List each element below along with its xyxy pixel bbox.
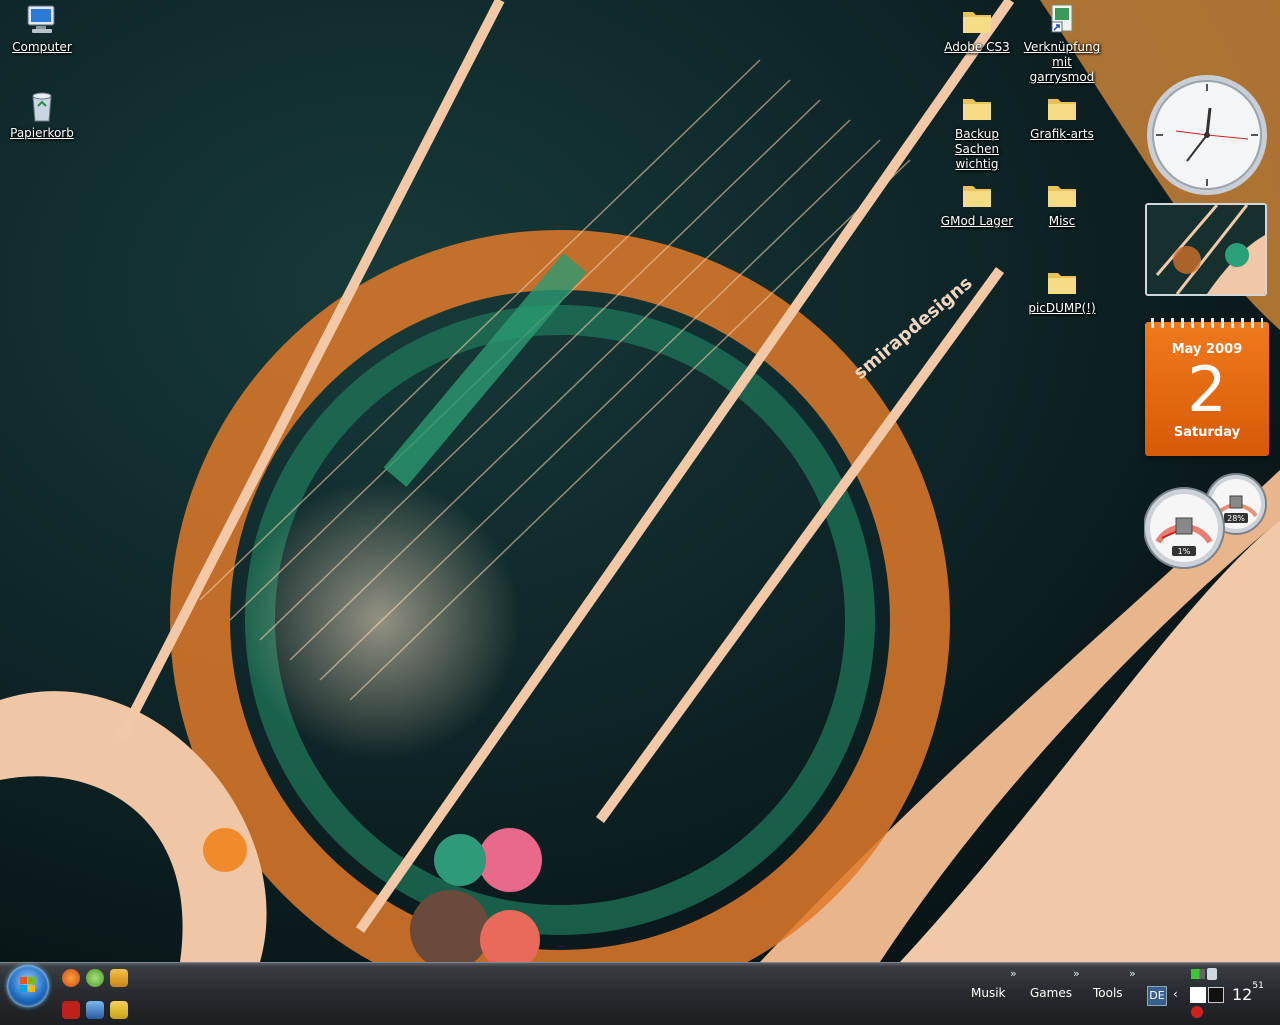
desktop-icon-backup[interactable]: Backup Sachen wichtig xyxy=(935,89,1019,172)
volume-icon[interactable] xyxy=(1207,968,1217,980)
clock-minute: 51 xyxy=(1252,980,1264,991)
clock-hour: 12 xyxy=(1232,985,1253,1004)
toolbar-musik[interactable]: Musik xyxy=(971,986,1006,1000)
memory-chip-icon xyxy=(1229,495,1243,509)
desktop-icon-grafik-arts[interactable]: Grafik-arts xyxy=(1020,89,1104,142)
clock-gadget[interactable] xyxy=(1144,72,1270,198)
desktop-icon-label: Misc xyxy=(1048,214,1076,228)
toolbar-chevron-games[interactable]: » xyxy=(1073,967,1080,980)
show-desktop-icon[interactable] xyxy=(86,1001,104,1019)
toolbar-chevron-musik[interactable]: » xyxy=(1010,967,1017,980)
desktop-icon-label: picDUMP(!) xyxy=(1028,301,1096,315)
desktop-icon-label: Adobe CS3 xyxy=(944,40,1010,54)
language-indicator[interactable]: DE xyxy=(1147,986,1167,1006)
calendar-gadget[interactable]: May 2009 2 Saturday xyxy=(1145,318,1269,456)
folder-icon xyxy=(1048,273,1076,294)
toolbar-tools[interactable]: Tools xyxy=(1093,986,1123,1000)
folder-icon xyxy=(963,12,991,33)
tray-expand-icon[interactable]: ‹ xyxy=(1173,987,1178,1001)
calendar-day: 2 xyxy=(1187,353,1227,426)
desktop-icon-gmod-lager[interactable]: GMod Lager xyxy=(935,176,1019,229)
chat-icon[interactable] xyxy=(86,969,104,987)
folder-icon xyxy=(963,186,991,207)
folder-icon xyxy=(1048,99,1076,120)
desktop-icon-recycle-bin[interactable]: Papierkorb xyxy=(0,88,84,141)
shortcut-icon xyxy=(1051,4,1073,33)
cpu-meter-gadget[interactable]: 28% 1% xyxy=(1144,472,1270,572)
network-signal-icon[interactable] xyxy=(1191,969,1205,979)
folder-icon xyxy=(963,99,991,120)
desktop-wallpaper: smirapdesigns xyxy=(0,0,1280,962)
pdf-icon[interactable] xyxy=(62,1001,80,1019)
recycle-bin-icon xyxy=(32,92,52,122)
app-icon[interactable] xyxy=(110,969,128,987)
windows-logo-icon xyxy=(20,977,35,992)
tray-app2-icon[interactable] xyxy=(1208,987,1224,1003)
calendar-weekday: Saturday xyxy=(1173,425,1241,440)
desktop-icon-label: Verknüpfung mit garrysmod xyxy=(1023,40,1101,84)
desktop-icon-label: Backup Sachen wichtig xyxy=(954,127,1000,171)
taskbar-clock[interactable]: 1251 xyxy=(1232,981,1264,1004)
taskbar: » » » Musik Games Tools DE ‹ 1251 xyxy=(0,962,1280,1025)
tray-app-icon[interactable] xyxy=(1190,987,1206,1003)
computer-icon xyxy=(27,5,55,33)
desktop-icon-picdump[interactable]: picDUMP(!) xyxy=(1020,263,1104,316)
security-alert-icon[interactable] xyxy=(1191,1006,1203,1018)
slideshow-gadget[interactable] xyxy=(1145,203,1267,296)
slideshow-thumbnail xyxy=(1147,205,1265,294)
toolbar-chevron-tools[interactable]: » xyxy=(1129,967,1136,980)
calendar-rings xyxy=(1151,318,1263,328)
desktop-icon-adobe-cs3[interactable]: Adobe CS3 xyxy=(935,2,1019,55)
desktop-icon-computer[interactable]: Computer xyxy=(0,2,84,55)
desktop-icon-label: Papierkorb xyxy=(10,126,74,140)
desktop-icon-label: Grafik-arts xyxy=(1030,127,1094,141)
desktop-icon-garrysmod-shortcut[interactable]: Verknüpfung mit garrysmod xyxy=(1020,2,1104,85)
cpu-chip-icon xyxy=(1175,517,1193,535)
firefox-icon[interactable] xyxy=(62,969,80,987)
flash-icon[interactable] xyxy=(110,1001,128,1019)
desktop-icon-label: Computer xyxy=(12,40,72,54)
toolbar-games[interactable]: Games xyxy=(1030,986,1072,1000)
memory-readout: 28% xyxy=(1227,514,1245,523)
cpu-readout: 1% xyxy=(1178,547,1191,556)
desktop-icon-misc[interactable]: Misc xyxy=(1020,176,1104,229)
desktop-icon-label: GMod Lager xyxy=(940,214,1014,228)
start-button[interactable] xyxy=(7,965,49,1007)
folder-icon xyxy=(1048,186,1076,207)
